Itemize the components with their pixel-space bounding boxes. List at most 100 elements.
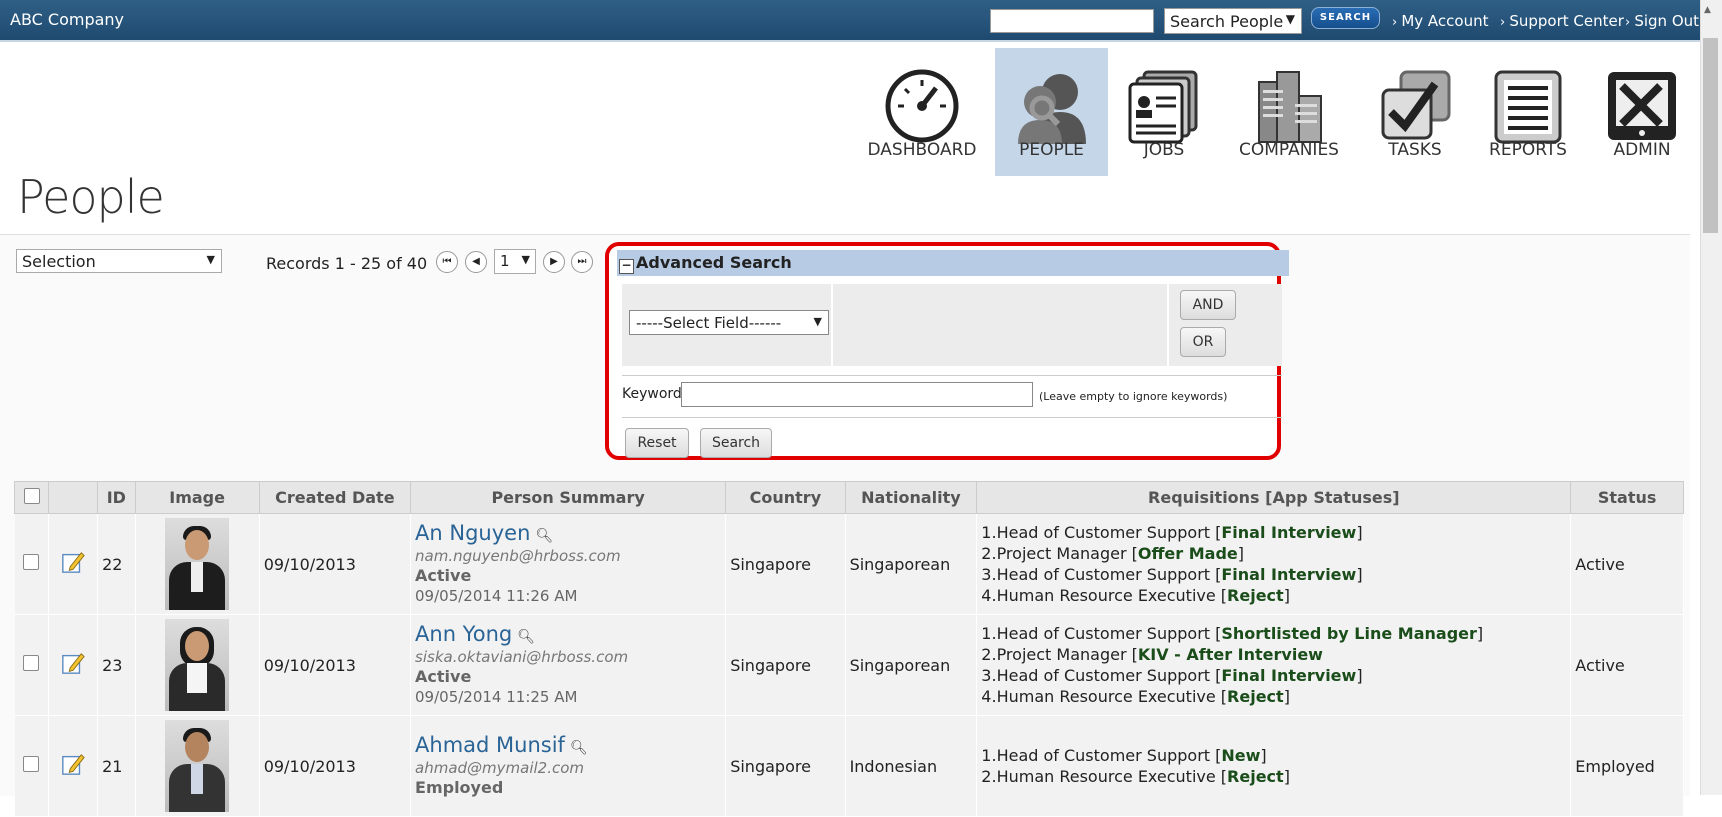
nav-admin[interactable]: ADMIN xyxy=(1586,48,1698,176)
requisition-item[interactable]: 2.Project Manager [KIV - After Interview xyxy=(981,644,1569,665)
created-date: 09/10/2013 xyxy=(259,715,412,817)
tasks-icon xyxy=(1381,70,1451,140)
person-email: nam.nguyenb@hrboss.com xyxy=(415,546,621,565)
column-header-nationality[interactable]: Nationality xyxy=(844,481,978,514)
person-id: 21 xyxy=(97,715,136,817)
edit-icon[interactable] xyxy=(61,752,85,776)
requisition-item[interactable]: 3.Head of Customer Support [Final Interv… xyxy=(981,564,1569,585)
person-photo[interactable] xyxy=(165,720,230,812)
and-button[interactable]: AND xyxy=(1180,290,1236,320)
last-page-button[interactable]: ⏭ xyxy=(571,251,593,273)
row-status: Active xyxy=(1570,513,1684,615)
search-icon[interactable]: 🔍︎ xyxy=(535,528,553,544)
page-select[interactable]: 1 ▼ xyxy=(494,249,536,274)
admin-icon xyxy=(1608,72,1676,140)
edit-icon[interactable] xyxy=(61,651,85,675)
requisition-item[interactable]: 1.Head of Customer Support [Final Interv… xyxy=(981,522,1569,543)
sign-out-link[interactable]: Sign Out xyxy=(1625,12,1699,30)
or-button[interactable]: OR xyxy=(1180,327,1226,357)
edit-icon[interactable] xyxy=(61,550,85,574)
person-email: siska.oktaviani@hrboss.com xyxy=(415,647,629,666)
nav-jobs[interactable]: JOBS xyxy=(1108,48,1220,176)
person-status: Employed xyxy=(415,777,504,797)
app-status: Final Interview xyxy=(1221,523,1357,542)
search-button[interactable]: Search xyxy=(700,428,772,458)
requisition-item[interactable]: 1.Head of Customer Support [Shortlisted … xyxy=(981,623,1569,644)
nav-reports[interactable]: REPORTS xyxy=(1472,48,1584,176)
advanced-search-title: Advanced Search xyxy=(636,253,792,272)
requisition-text: 1.Head of Customer Support [ xyxy=(981,523,1222,542)
select-field-dropdown[interactable]: -----Select Field------ ▼ xyxy=(629,310,829,335)
person-id: 22 xyxy=(97,513,136,615)
reset-button[interactable]: Reset xyxy=(625,428,689,458)
nav-people[interactable]: PEOPLE xyxy=(995,48,1108,176)
requisition-item[interactable]: 4.Human Resource Executive [Reject] xyxy=(981,686,1569,707)
top-search-button[interactable]: SEARCH xyxy=(1311,7,1380,29)
scroll-up-icon[interactable]: ▲ xyxy=(1704,5,1711,15)
reports-icon xyxy=(1494,70,1562,144)
search-icon[interactable]: 🔍︎ xyxy=(570,740,588,756)
person-id: 23 xyxy=(97,614,136,716)
column-header-status[interactable]: Status xyxy=(1570,481,1684,514)
nav-companies[interactable]: COMPANIES xyxy=(1233,48,1345,176)
row-checkbox[interactable] xyxy=(23,655,40,671)
keyword-input[interactable] xyxy=(681,382,1033,407)
requisition-item[interactable]: 2.Human Resource Executive [Reject] xyxy=(981,766,1569,787)
person-nationality: Singaporean xyxy=(845,513,978,615)
scrollbar-thumb[interactable] xyxy=(1703,38,1718,233)
chevron-down-icon: ▼ xyxy=(521,253,530,266)
nav-dashboard[interactable]: DASHBOARD xyxy=(866,48,978,176)
column-header-id[interactable]: ID xyxy=(97,481,136,514)
edit-header xyxy=(48,481,99,514)
top-search-input[interactable] xyxy=(990,9,1154,33)
jobs-icon xyxy=(1128,70,1198,144)
column-header-requisitions[interactable]: Requisitions [App Statuses] xyxy=(976,481,1572,514)
requisition-item[interactable]: 3.Head of Customer Support [Final Interv… xyxy=(981,665,1569,686)
requisition-text: 3.Head of Customer Support [ xyxy=(981,565,1222,584)
prev-page-button[interactable]: ◀ xyxy=(465,251,487,273)
next-page-icon: ▶ xyxy=(550,256,558,267)
requisition-item[interactable]: 2.Project Manager [Offer Made] xyxy=(981,543,1569,564)
app-status: Offer Made xyxy=(1137,544,1238,563)
advanced-search-panel: − Advanced Search -----Select Field------… xyxy=(605,242,1289,460)
companies-icon xyxy=(1258,71,1322,143)
column-header-person-summary[interactable]: Person Summary xyxy=(410,481,727,514)
created-date: 09/10/2013 xyxy=(259,614,412,716)
search-scope-select[interactable]: Search People ▼ xyxy=(1164,8,1302,34)
my-account-link[interactable]: My Account xyxy=(1392,12,1488,30)
collapse-icon[interactable]: − xyxy=(619,259,634,274)
table-row[interactable]: 21 09/10/2013 Ahmad Munsif 🔍︎ ahmad@myma… xyxy=(14,715,1684,817)
advanced-search-header[interactable]: − Advanced Search xyxy=(617,250,1289,276)
support-center-link[interactable]: Support Center xyxy=(1500,12,1624,30)
first-page-button[interactable]: ⏮ xyxy=(436,251,458,273)
divider xyxy=(1167,284,1169,366)
person-name-link[interactable]: Ann Yong xyxy=(415,622,512,646)
nav-jobs-label: JOBS xyxy=(1143,140,1185,160)
nav-tasks[interactable]: TASKS xyxy=(1359,48,1471,176)
divider xyxy=(622,375,1282,376)
column-header-image[interactable]: Image xyxy=(134,481,260,514)
select-all-header[interactable] xyxy=(13,481,50,514)
requisition-item[interactable]: 1.Head of Customer Support [New] xyxy=(981,745,1569,766)
column-header-country[interactable]: Country xyxy=(725,481,846,514)
person-photo[interactable] xyxy=(165,518,230,610)
requisition-item[interactable]: 4.Human Resource Executive [Reject] xyxy=(981,585,1569,606)
person-photo[interactable] xyxy=(165,619,230,711)
person-name-link[interactable]: An Nguyen xyxy=(415,521,530,545)
table-row[interactable]: 22 09/10/2013 An Nguyen 🔍︎ nam.nguyenb@h… xyxy=(14,513,1684,615)
row-checkbox[interactable] xyxy=(23,756,40,772)
nav-people-label: PEOPLE xyxy=(1019,140,1084,160)
search-icon[interactable]: 🔍︎ xyxy=(517,629,535,645)
table-row[interactable]: 23 09/10/2013 Ann Yong 🔍︎ siska.oktavian… xyxy=(14,614,1684,716)
next-page-button[interactable]: ▶ xyxy=(543,251,565,273)
select-all-checkbox[interactable] xyxy=(23,487,40,504)
row-checkbox[interactable] xyxy=(23,554,40,570)
row-status: Employed xyxy=(1570,715,1684,817)
person-email: ahmad@mymail2.com xyxy=(415,758,585,777)
column-header-created-date[interactable]: Created Date xyxy=(258,481,412,514)
person-name-link[interactable]: Ahmad Munsif xyxy=(415,733,565,757)
person-country: Singapore xyxy=(725,715,846,817)
select-field-value: -----Select Field------ xyxy=(636,314,782,332)
app-status: New xyxy=(1221,746,1261,765)
selection-dropdown[interactable]: Selection ▼ xyxy=(16,249,222,273)
